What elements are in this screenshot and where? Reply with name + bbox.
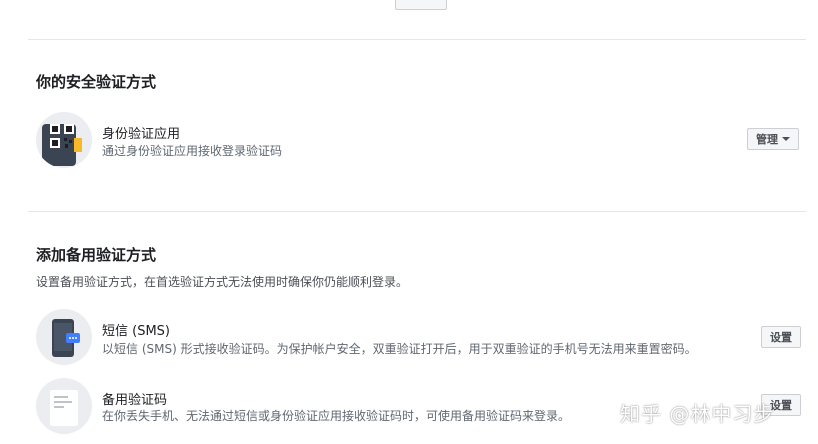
method-desc-backup-codes: 在你丢失手机、无法通过短信或身份验证应用接收验证码时，可使用备用验证码来登录。: [102, 409, 571, 423]
manage-button[interactable]: 管理: [747, 128, 799, 150]
section-title-security-methods: 你的安全验证方式: [36, 73, 157, 91]
method-title-authenticator: 身份验证应用: [102, 127, 181, 142]
divider: [28, 211, 806, 212]
setup-sms-button-label: 设置: [770, 331, 792, 344]
zhihu-watermark: 知乎 @林中习步: [620, 402, 775, 426]
truncated-button[interactable]: [395, 0, 447, 10]
method-desc-authenticator: 通过身份验证应用接收登录验证码: [102, 144, 283, 158]
method-title-sms: 短信 (SMS): [102, 324, 170, 339]
qr-code-phone-icon: [36, 112, 92, 168]
manage-button-label: 管理: [756, 133, 778, 146]
section-title-backup-methods: 添加备用验证方式: [36, 246, 157, 264]
method-desc-sms: 以短信 (SMS) 形式接收验证码。为保护帐户安全，双重验证打开后，用于双重验证…: [102, 342, 697, 356]
section-desc-backup-methods: 设置备用验证方式，在首选验证方式无法使用时确保你仍能顺利登录。: [36, 275, 409, 289]
divider: [28, 39, 806, 40]
caret-down-icon: [782, 137, 790, 141]
backup-codes-document-icon: [36, 378, 92, 434]
method-title-backup-codes: 备用验证码: [102, 393, 168, 408]
sms-phone-icon: [36, 309, 92, 365]
setup-sms-button[interactable]: 设置: [761, 326, 801, 348]
